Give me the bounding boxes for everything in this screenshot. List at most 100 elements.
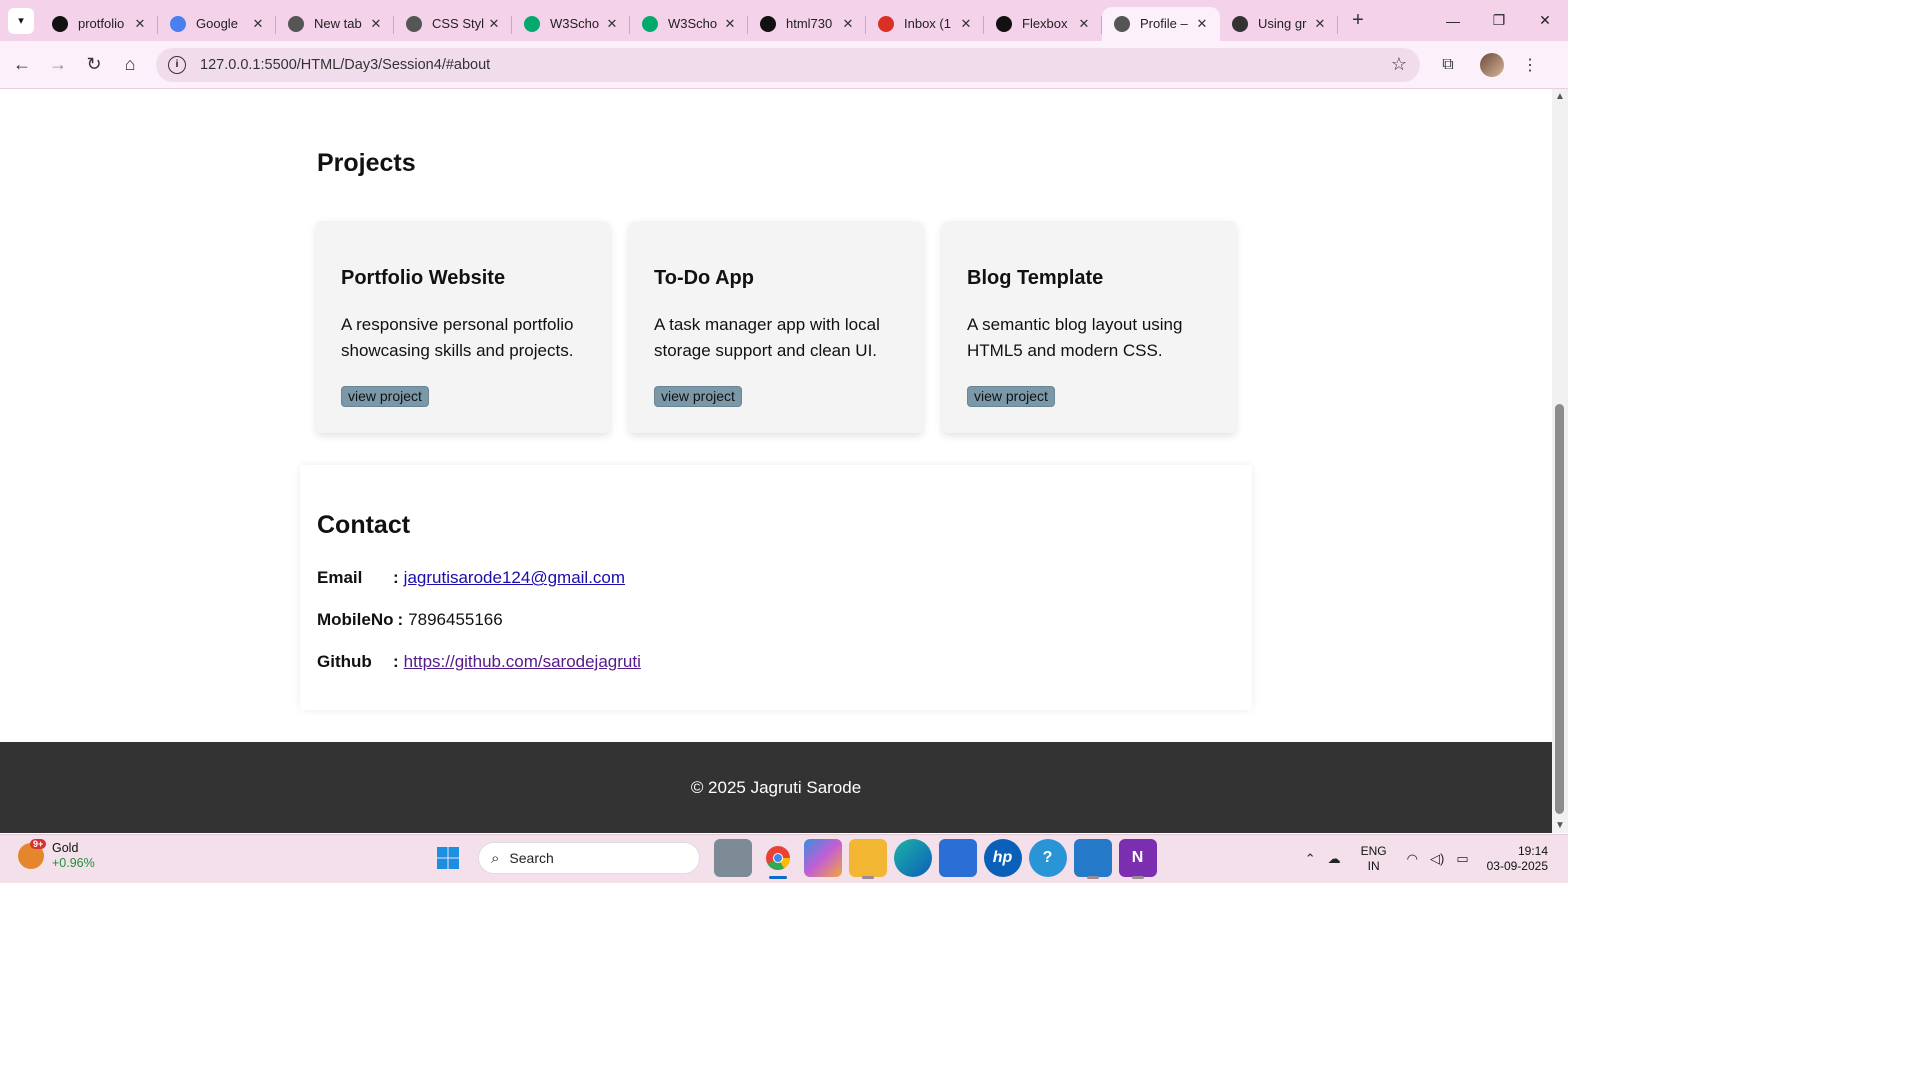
minimize-button[interactable]: —	[1430, 0, 1476, 41]
active-indicator	[768, 876, 787, 879]
tab-title: Profile –	[1140, 16, 1188, 31]
battery-icon[interactable]: ▭	[1456, 851, 1468, 867]
chrome-icon	[288, 15, 304, 32]
hp-icon[interactable]: hp	[983, 839, 1022, 877]
browser-tab[interactable]: Profile – ✕	[1102, 6, 1220, 41]
project-card: Portfolio Website A responsive personal p…	[316, 221, 610, 433]
page-scrollbar[interactable]: ▲ ▼	[1552, 89, 1568, 833]
clock[interactable]: 19:14 03-09-2025	[1487, 844, 1548, 874]
tab-close-icon[interactable]: ✕	[248, 16, 268, 32]
tab-close-icon[interactable]: ✕	[602, 16, 622, 32]
onenote-icon[interactable]: N	[1118, 839, 1157, 879]
email-link[interactable]: jagrutisarode124@gmail.com	[404, 568, 625, 588]
volume-icon[interactable]: ◁)	[1430, 851, 1444, 867]
tab-close-icon[interactable]: ✕	[1192, 16, 1212, 32]
project-title: Portfolio Website	[341, 267, 506, 289]
contact-section: Contact Email : jagrutisarode124@gmail.c…	[300, 465, 1252, 710]
store-icon[interactable]	[938, 839, 977, 877]
running-indicator	[1131, 876, 1144, 879]
scroll-up-arrow-icon[interactable]: ▲	[1555, 91, 1565, 102]
vscode-icon[interactable]	[1073, 839, 1112, 879]
tab-close-icon[interactable]: ✕	[956, 16, 976, 32]
view-project-button[interactable]: view project	[967, 386, 1055, 407]
profile-avatar[interactable]	[1480, 52, 1504, 77]
tab-title: Using gr	[1258, 16, 1307, 31]
widget-text: Gold +0.96%	[52, 841, 95, 871]
close-window-button[interactable]: ✕	[1522, 0, 1568, 41]
browser-tab[interactable]: CSS Styl ✕	[394, 7, 512, 41]
chevron-up-icon[interactable]: ⌃	[1305, 851, 1316, 867]
colon: :	[393, 652, 399, 671]
tab-close-icon[interactable]: ✕	[366, 16, 386, 32]
tab-search-button[interactable]: ▾	[8, 7, 34, 34]
date: 03-09-2025	[1486, 859, 1548, 873]
scrollbar-thumb[interactable]	[1555, 404, 1564, 814]
reload-icon: ↻	[86, 54, 102, 74]
reload-button[interactable]: ↻	[76, 47, 112, 83]
view-project-button[interactable]: view project	[654, 386, 742, 407]
github-link[interactable]: https://github.com/sarodejagruti	[404, 652, 641, 672]
browser-tab[interactable]: Using gr ✕	[1220, 7, 1338, 41]
browser-tab[interactable]: Inbox (1 ✕	[866, 7, 984, 41]
footer-copyright: © 2025 Jagruti Sarode	[690, 777, 862, 797]
new-tab-button[interactable]: +	[1344, 7, 1372, 35]
tab-close-icon[interactable]: ✕	[130, 16, 150, 32]
tab-close-icon[interactable]: ✕	[1074, 16, 1094, 32]
tab-list: protfolio ✕ Google ✕ New tab ✕ CSS Styl ✕ W3Scho…	[40, 1, 1338, 41]
start-button[interactable]	[429, 839, 467, 877]
restore-button[interactable]: ❐	[1476, 0, 1522, 41]
wifi-icon[interactable]: ◠	[1407, 851, 1418, 867]
forward-button[interactable]: →	[40, 47, 76, 83]
page-viewport: Projects Portfolio Website A responsive p…	[0, 89, 1552, 833]
project-description: A responsive personal portfolio showcasi…	[341, 315, 574, 360]
plus-icon: +	[1352, 9, 1364, 31]
browser-tab[interactable]: Google ✕	[158, 7, 276, 41]
scroll-down-arrow-icon[interactable]: ▼	[1555, 820, 1565, 831]
time: 19:14	[1517, 844, 1548, 858]
copilot-icon[interactable]	[803, 839, 842, 877]
page-footer: © 2025 Jagruti Sarode	[0, 742, 1552, 833]
site-info-icon[interactable]: i	[168, 55, 186, 74]
menu-button[interactable]: ⋮	[1512, 47, 1548, 83]
mobile-label: MobileNo	[317, 610, 394, 629]
url-text[interactable]: 127.0.0.1:5500/HTML/Day3/Session4/#about	[200, 57, 1384, 73]
browser-tab[interactable]: html730 ✕	[748, 7, 866, 41]
browser-tab[interactable]: protfolio ✕	[40, 7, 158, 41]
help-icon[interactable]: ?	[1028, 839, 1067, 877]
home-button[interactable]: ⌂	[112, 47, 148, 83]
browser-tab[interactable]: Flexbox ✕	[984, 7, 1102, 41]
browser-tab[interactable]: W3Scho ✕	[512, 7, 630, 41]
tab-separator	[1337, 15, 1338, 34]
language-indicator[interactable]: ENG IN	[1361, 844, 1387, 874]
file-explorer-icon[interactable]	[848, 839, 887, 879]
browser-tab[interactable]: New tab ✕	[276, 7, 394, 41]
weather-market-icon: 9+	[18, 839, 47, 869]
widgets-button[interactable]: 9+ Gold +0.96%	[18, 839, 95, 871]
chrome-app[interactable]	[759, 839, 797, 879]
arrow-right-icon: →	[49, 54, 67, 74]
notification-badge: 9+	[30, 839, 47, 849]
gemini-icon	[170, 15, 186, 32]
back-button[interactable]: ←	[4, 47, 40, 83]
globe-icon	[406, 15, 422, 32]
taskbar-apps: ⌕ Search hp ? N	[425, 839, 1160, 879]
search-icon: ⌕	[491, 849, 500, 867]
browser-tab[interactable]: W3Scho ✕	[630, 7, 748, 41]
onedrive-icon[interactable]: ☁	[1328, 851, 1341, 867]
view-project-button[interactable]: view project	[341, 386, 429, 407]
project-title: Blog Template	[967, 267, 1104, 289]
tab-close-icon[interactable]: ✕	[720, 16, 740, 32]
tab-close-icon[interactable]: ✕	[484, 16, 504, 32]
chrome-icon	[765, 846, 790, 871]
bookmark-star-icon[interactable]: ☆	[1384, 54, 1414, 75]
edge-icon[interactable]	[893, 839, 932, 877]
extensions-button[interactable]: ⧉	[1430, 47, 1466, 83]
taskbar-search[interactable]: ⌕ Search	[478, 842, 700, 874]
task-view-icon[interactable]	[713, 839, 752, 877]
puzzle-icon: ⧉	[1442, 55, 1454, 73]
tab-close-icon[interactable]: ✕	[1310, 16, 1330, 32]
browser-toolbar: ← → ↻ ⌂ i 127.0.0.1:5500/HTML/Day3/Sessi…	[0, 41, 1568, 89]
address-bar[interactable]: i 127.0.0.1:5500/HTML/Day3/Session4/#abo…	[156, 47, 1420, 82]
tab-close-icon[interactable]: ✕	[838, 16, 858, 32]
mobile-value: 7896455166	[408, 610, 503, 629]
